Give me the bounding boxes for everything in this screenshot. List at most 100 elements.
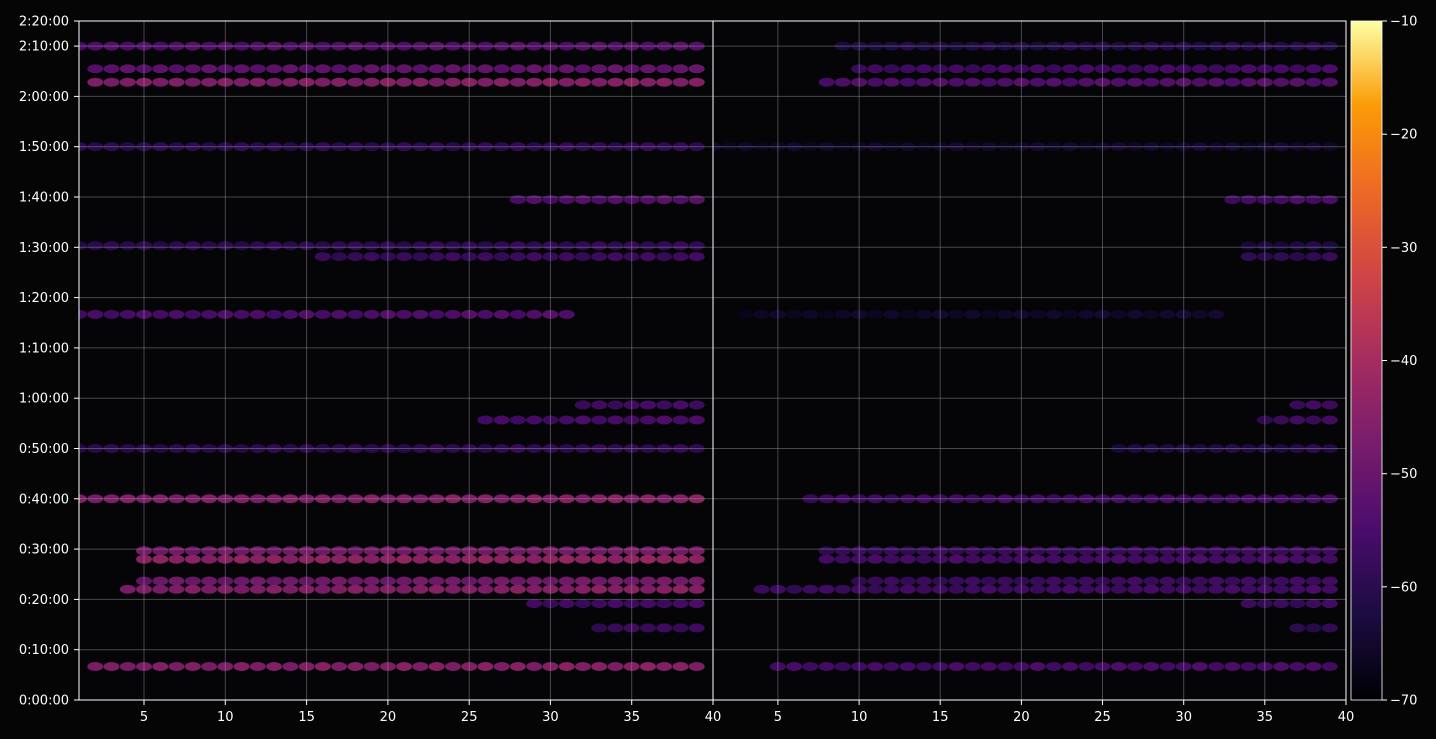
heat-cell bbox=[916, 77, 932, 87]
heat-cell bbox=[656, 623, 673, 633]
heat-cell bbox=[1224, 554, 1241, 564]
heat-cell bbox=[314, 77, 331, 87]
heat-cell bbox=[428, 309, 445, 319]
heat-cell bbox=[509, 554, 526, 564]
heat-cell bbox=[184, 576, 201, 586]
heat-cell bbox=[509, 415, 526, 425]
heat-cell bbox=[574, 415, 591, 425]
heat-cell bbox=[656, 77, 673, 87]
heat-cell bbox=[1321, 554, 1338, 564]
heat-cell bbox=[1127, 576, 1143, 586]
y-tick-label: 0:10:00 bbox=[19, 643, 69, 658]
heat-cell bbox=[607, 554, 624, 564]
heat-cell bbox=[249, 546, 266, 556]
heat-cell bbox=[1289, 599, 1306, 609]
heat-cell bbox=[509, 576, 526, 586]
heat-cell bbox=[640, 400, 656, 410]
x-tick-label: 5 bbox=[140, 710, 148, 725]
heat-cell bbox=[184, 546, 201, 556]
heat-cell bbox=[964, 662, 981, 671]
y-tick-label: 0:40:00 bbox=[19, 492, 69, 507]
heat-cell bbox=[607, 576, 624, 586]
heat-cell bbox=[314, 252, 331, 262]
heat-cell bbox=[883, 554, 900, 564]
heat-cell bbox=[444, 252, 461, 262]
heat-cell bbox=[493, 64, 510, 74]
heat-cell bbox=[363, 309, 380, 319]
heat-cell bbox=[184, 662, 201, 671]
heat-cell bbox=[477, 309, 494, 319]
heat-cell bbox=[509, 77, 526, 87]
heat-cell bbox=[1110, 576, 1127, 586]
heat-cell bbox=[558, 64, 575, 74]
heat-cell bbox=[1305, 623, 1322, 633]
heat-cell bbox=[1321, 400, 1338, 410]
heat-cell bbox=[753, 309, 770, 319]
heat-cell bbox=[168, 241, 185, 251]
heat-cell bbox=[980, 584, 997, 594]
heat-cell bbox=[656, 576, 673, 586]
heat-cell bbox=[737, 309, 754, 319]
x-tick-label: 10 bbox=[217, 710, 234, 725]
heat-cell bbox=[493, 546, 510, 556]
heat-cell bbox=[363, 241, 380, 251]
heat-cell bbox=[266, 64, 283, 74]
heat-cell bbox=[1191, 584, 1208, 594]
heat-cell bbox=[1208, 662, 1225, 671]
heat-cell bbox=[786, 309, 803, 319]
heat-cell bbox=[314, 576, 331, 586]
heat-cell bbox=[509, 64, 526, 74]
heat-cell bbox=[1240, 584, 1257, 594]
heat-cell bbox=[1289, 400, 1306, 410]
x-tick-label: 15 bbox=[298, 710, 315, 725]
heat-cell bbox=[87, 77, 104, 87]
heat-cell bbox=[607, 546, 624, 556]
heat-cell bbox=[331, 576, 348, 586]
heat-cell bbox=[916, 546, 932, 556]
heat-cell bbox=[168, 576, 185, 586]
heat-cell bbox=[1240, 662, 1257, 671]
heat-cell bbox=[672, 77, 689, 87]
heat-cell bbox=[249, 64, 266, 74]
heat-cell bbox=[509, 546, 526, 556]
heat-cell bbox=[656, 546, 673, 556]
heat-cell bbox=[249, 662, 266, 671]
y-tick-label: 2:00:00 bbox=[19, 90, 69, 105]
heat-cell bbox=[1305, 64, 1322, 74]
heat-cell bbox=[1078, 554, 1095, 564]
heat-cell bbox=[867, 309, 884, 319]
heat-cell bbox=[672, 195, 689, 205]
heat-cell bbox=[412, 252, 429, 262]
heat-cell bbox=[477, 662, 494, 671]
heat-cell bbox=[1127, 546, 1143, 556]
heat-cell bbox=[152, 309, 169, 319]
heat-cell bbox=[266, 77, 283, 87]
heat-cell bbox=[526, 77, 543, 87]
heat-cell bbox=[688, 599, 705, 609]
heat-cell bbox=[688, 64, 705, 74]
heat-cell bbox=[201, 64, 218, 74]
heat-cell bbox=[363, 554, 380, 564]
heat-cell bbox=[558, 554, 575, 564]
heat-cell bbox=[656, 599, 673, 609]
heat-cell bbox=[1029, 576, 1046, 586]
heat-cell bbox=[1240, 241, 1257, 251]
heat-cell bbox=[591, 400, 608, 410]
heat-cell bbox=[363, 546, 380, 556]
heat-cell bbox=[916, 554, 932, 564]
heat-cell bbox=[1208, 554, 1225, 564]
heat-cell bbox=[428, 584, 445, 594]
heat-cell bbox=[201, 546, 218, 556]
heat-cell bbox=[558, 546, 575, 556]
heat-cell bbox=[428, 241, 445, 251]
heat-cell bbox=[1273, 554, 1290, 564]
heat-cell bbox=[103, 64, 120, 74]
heat-cell bbox=[574, 576, 591, 586]
heat-cell bbox=[1289, 64, 1306, 74]
heat-cell bbox=[314, 584, 331, 594]
heat-cell bbox=[997, 576, 1014, 586]
heat-cell bbox=[672, 662, 689, 671]
heat-cell bbox=[266, 241, 283, 251]
heat-cell bbox=[152, 77, 169, 87]
heat-cell bbox=[656, 400, 673, 410]
